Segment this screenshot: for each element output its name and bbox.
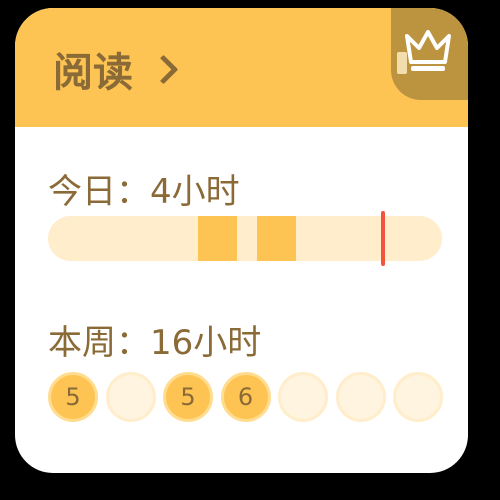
- current-time-marker: [380, 211, 385, 266]
- reading-title-link[interactable]: 阅读: [53, 39, 179, 99]
- week-day-circle: [335, 372, 386, 422]
- week-day-circle: 5: [163, 372, 213, 422]
- week-days-row: 556: [48, 372, 448, 428]
- vip-badge[interactable]: [391, 8, 468, 100]
- week-reading-time: 本周：16小时: [48, 323, 262, 363]
- week-day-circle: 5: [48, 372, 98, 422]
- reading-segment: [256, 216, 297, 261]
- header-title: 阅读: [53, 50, 133, 96]
- reading-widget[interactable]: 阅读 今日：4小时 本周：16小时 556: [15, 8, 468, 473]
- widget-header: 阅读: [15, 8, 468, 127]
- reading-segment: [197, 216, 238, 261]
- today-reading-time: 今日：4小时: [48, 172, 240, 212]
- chevron-right-icon: [148, 54, 179, 84]
- week-day-circle: [393, 372, 443, 422]
- week-day-circle: [278, 372, 328, 422]
- week-day-circle: [105, 372, 156, 422]
- week-day-circle: 6: [220, 372, 271, 422]
- crown-icon: [397, 30, 451, 74]
